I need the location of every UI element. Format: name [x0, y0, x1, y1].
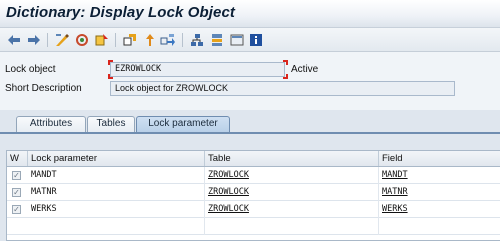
where-used-icon[interactable]: [122, 32, 138, 48]
focus-marker: [108, 74, 113, 79]
status-text: Active: [291, 64, 319, 75]
empty-cell: [205, 218, 379, 235]
tab-underline: [0, 132, 500, 134]
column-header-table[interactable]: Table: [205, 151, 379, 166]
empty-cell: [28, 218, 205, 235]
field-cell[interactable]: MANDT: [379, 167, 500, 184]
table-row[interactable]: ✓ MATNR ZROWLOCK MATNR: [7, 184, 500, 201]
layout-icon[interactable]: [229, 32, 245, 48]
header-form: Lock object EZROWLOCK Active Short Descr…: [0, 52, 500, 110]
lock-parameter-cell: WERKS: [28, 201, 205, 218]
lock-parameter-cell: MATNR: [28, 184, 205, 201]
display-change-icon[interactable]: [54, 32, 70, 48]
table-row[interactable]: ✓ WERKS ZROWLOCK WERKS: [7, 201, 500, 218]
field-cell[interactable]: MATNR: [379, 184, 500, 201]
column-header-w[interactable]: W: [7, 151, 28, 166]
table-cell[interactable]: ZROWLOCK: [205, 184, 379, 201]
page-title: Dictionary: Display Lock Object: [6, 4, 235, 21]
row-checkbox[interactable]: ✓: [12, 171, 21, 180]
structure-icon[interactable]: [209, 32, 225, 48]
row-checkbox[interactable]: ✓: [12, 205, 21, 214]
toolbar-separator: [47, 33, 48, 47]
tab-attributes[interactable]: Attributes: [16, 116, 86, 132]
short-description-field[interactable]: Lock object for ZROWLOCK: [110, 81, 455, 96]
hierarchy-icon[interactable]: [189, 32, 205, 48]
navigate-icon[interactable]: [160, 32, 176, 48]
lock-object-field[interactable]: EZROWLOCK: [110, 62, 285, 77]
table-header: W Lock parameter Table Field: [7, 151, 500, 167]
tab-lock-parameter[interactable]: Lock parameter: [136, 116, 230, 132]
other-object-icon[interactable]: [74, 32, 90, 48]
short-description-label: Short Description: [5, 83, 82, 94]
tab-tables[interactable]: Tables: [87, 116, 135, 132]
application-toolbar: [0, 28, 500, 52]
row-checkbox[interactable]: ✓: [12, 188, 21, 197]
column-header-lock-parameter[interactable]: Lock parameter: [28, 151, 205, 166]
toolbar-separator: [182, 33, 183, 47]
field-cell[interactable]: WERKS: [379, 201, 500, 218]
lock-parameter-cell: MANDT: [28, 167, 205, 184]
activate-icon[interactable]: [94, 32, 110, 48]
toolbar-separator: [115, 33, 116, 47]
back-icon[interactable]: [6, 32, 22, 48]
title-bar: Dictionary: Display Lock Object: [0, 0, 500, 28]
focus-marker: [283, 74, 288, 79]
focus-marker: [108, 60, 113, 65]
table-cell[interactable]: ZROWLOCK: [205, 201, 379, 218]
focus-marker: [283, 60, 288, 65]
tab-strip-area: Attributes Tables Lock parameter W Lock …: [0, 110, 500, 241]
up-arrow-icon[interactable]: [142, 32, 158, 48]
lock-object-label: Lock object: [5, 64, 56, 75]
forward-icon[interactable]: [26, 32, 42, 48]
column-header-field[interactable]: Field: [379, 151, 500, 166]
table-row[interactable]: ✓ MANDT ZROWLOCK MANDT: [7, 167, 500, 184]
lock-parameter-table: W Lock parameter Table Field ✓ MANDT ZRO…: [6, 150, 500, 241]
info-icon[interactable]: [248, 32, 264, 48]
table-cell[interactable]: ZROWLOCK: [205, 167, 379, 184]
table-row-empty[interactable]: [7, 218, 500, 235]
